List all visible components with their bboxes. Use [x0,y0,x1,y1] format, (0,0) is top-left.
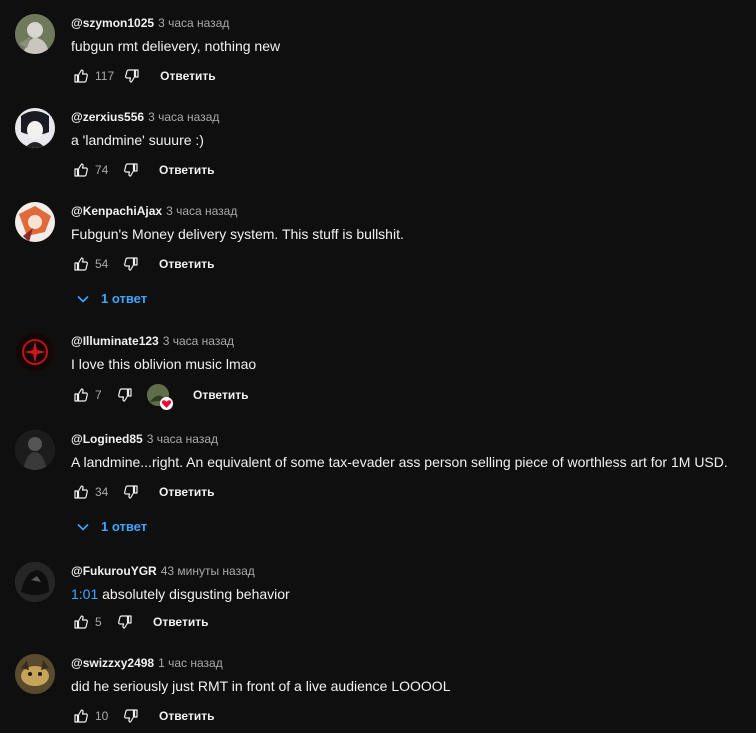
like-count: 74 [95,163,109,177]
comment-header: @szymon1025 3 часа назад [71,15,229,31]
dislike-icon[interactable] [115,385,135,405]
dislike-icon[interactable] [121,254,141,274]
heart-icon [160,397,173,410]
replies-count: 1 ответ [101,519,148,534]
comment-text: fubgun rmt delievery, nothing new [71,38,281,54]
dark-character-avatar-icon[interactable] [15,562,55,602]
like-icon[interactable] [71,160,91,180]
author-name[interactable]: @Illuminate123 [71,334,159,348]
like-icon[interactable] [71,612,91,632]
reply-button[interactable]: Ответить [153,615,208,629]
comment-header: @zerxius556 3 часа назад [71,109,219,125]
comment-text: a 'landmine' suuure :) [71,132,204,148]
comment-time[interactable]: 3 часа назад [158,16,229,30]
comment-header: @Illuminate123 3 часа назад [71,333,234,349]
comment-text: did he seriously just RMT in front of a … [71,678,451,694]
comment-text: 1:01 absolutely disgusting behavior [71,584,290,604]
like-count: 10 [95,709,109,723]
author-name[interactable]: @KenpachiAjax [71,204,162,218]
comment-actions: 54 Ответить [71,254,214,274]
chevron-down-icon [77,523,89,531]
reply-button[interactable]: Ответить [159,709,214,723]
comment-header: @Logined85 3 часа назад [71,431,218,447]
comment-header: @swizzxy2498 1 час назад [71,655,223,671]
dislike-icon[interactable] [121,160,141,180]
comment-header: @KenpachiAjax 3 часа назад [71,203,237,219]
author-name[interactable]: @swizzxy2498 [71,656,154,670]
like-count: 5 [95,615,102,629]
bird-avatar-icon[interactable] [15,14,55,54]
reply-button[interactable]: Ответить [159,257,214,271]
author-name[interactable]: @FukurouYGR [71,564,157,578]
like-icon[interactable] [71,385,91,405]
replies-count: 1 ответ [101,291,148,306]
anime-dark-avatar-icon[interactable] [15,108,55,148]
dislike-icon[interactable] [121,482,141,502]
like-count: 34 [95,485,109,499]
author-name[interactable]: @Logined85 [71,432,143,446]
dark-figure-avatar-icon[interactable] [15,430,55,470]
reply-button[interactable]: Ответить [193,388,248,402]
comment-actions: 5 Ответить [71,612,208,632]
anime-red-avatar-icon[interactable] [15,202,55,242]
comment-time[interactable]: 43 минуты назад [161,564,255,578]
like-icon[interactable] [71,66,91,86]
cat-avatar-icon[interactable] [15,654,55,694]
chevron-down-icon [77,295,89,303]
comment-actions: 117 Ответить [71,66,216,86]
comment-actions: 74 Ответить [71,160,214,180]
reply-button[interactable]: Ответить [159,485,214,499]
comment-time[interactable]: 3 часа назад [148,110,219,124]
like-count: 54 [95,257,109,271]
red-emblem-avatar-icon[interactable] [15,332,55,372]
comment-actions: 10 Ответить [71,706,214,726]
like-count: 7 [95,388,102,402]
comment-time[interactable]: 1 час назад [158,656,223,670]
author-name[interactable]: @szymon1025 [71,16,154,30]
comment-text: Fubgun's Money delivery system. This stu… [71,226,404,242]
dislike-icon[interactable] [115,612,135,632]
like-count: 117 [95,69,115,83]
author-name[interactable]: @zerxius556 [71,110,144,124]
like-icon[interactable] [71,254,91,274]
view-replies-button[interactable]: 1 ответ [76,291,147,306]
comment-time[interactable]: 3 часа назад [163,334,234,348]
view-replies-button[interactable]: 1 ответ [76,519,147,534]
comment-time[interactable]: 3 часа назад [166,204,237,218]
comment-text: A landmine...right. An equivalent of som… [71,454,728,470]
like-icon[interactable] [71,482,91,502]
comment-time[interactable]: 3 часа назад [147,432,218,446]
comment-actions: 7 Ответить [71,384,248,410]
comment-header: @FukurouYGR 43 минуты назад [71,563,255,579]
comment-text-body: absolutely disgusting behavior [98,586,290,602]
dislike-icon[interactable] [121,706,141,726]
dislike-icon[interactable] [122,66,142,86]
like-icon[interactable] [71,706,91,726]
timestamp-link[interactable]: 1:01 [71,586,98,602]
comment-actions: 34 Ответить [71,482,214,502]
creator-heart-badge [147,384,173,410]
reply-button[interactable]: Ответить [159,163,214,177]
reply-button[interactable]: Ответить [160,69,215,83]
comment-text: I love this oblivion music lmao [71,356,257,372]
